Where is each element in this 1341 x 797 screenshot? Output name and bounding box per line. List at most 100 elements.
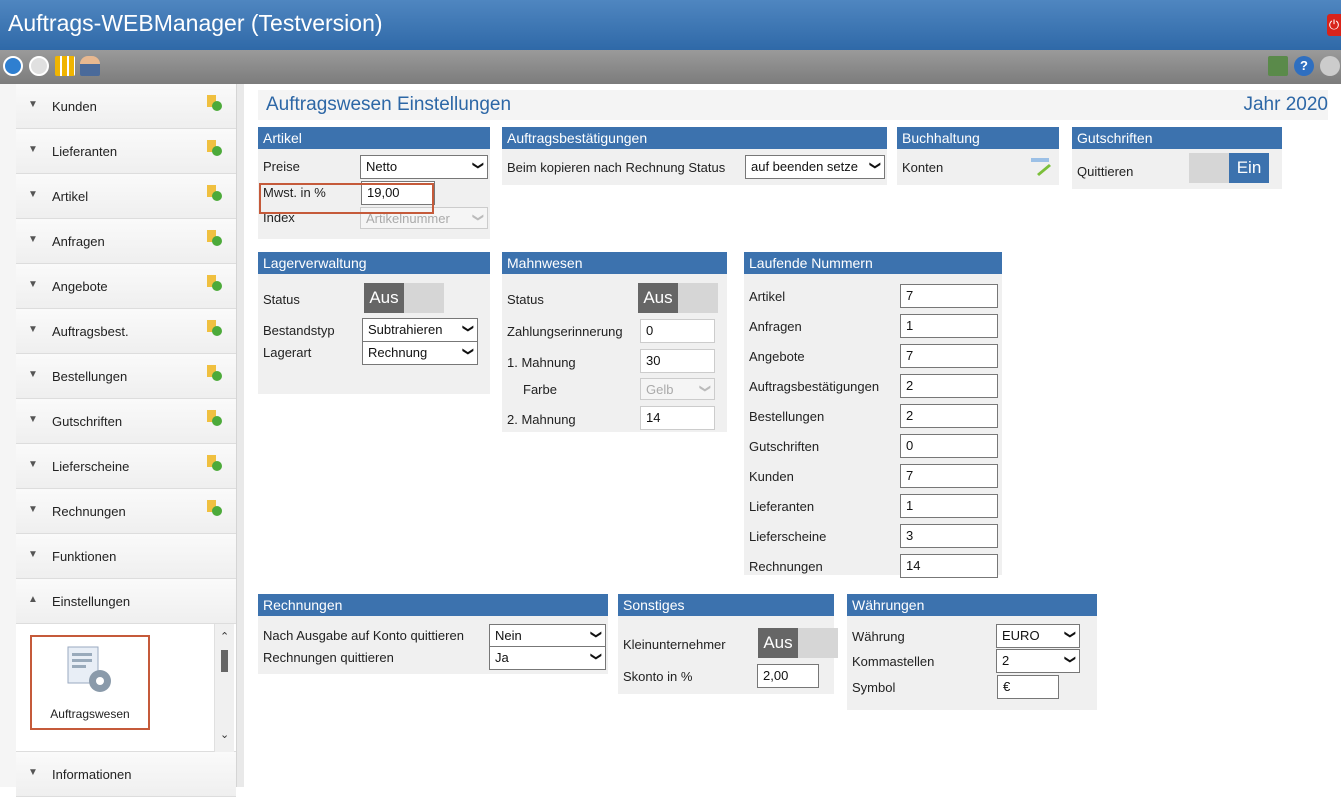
chevron-down-icon: ▼	[28, 144, 38, 155]
sidebar-item-informationen[interactable]: ▼ Informationen	[16, 752, 236, 797]
toolbar: ?	[0, 50, 1341, 84]
sidebar-item-kunden[interactable]: ▼ Kunden	[16, 84, 236, 129]
skonto-input[interactable]: 2,00	[757, 664, 819, 688]
sidebar-item-rechnungen[interactable]: ▼ Rechnungen	[16, 489, 236, 534]
chevron-down-icon: ▼	[28, 459, 38, 470]
screen-icon[interactable]	[1268, 56, 1288, 76]
add-icon[interactable]	[206, 409, 222, 427]
lagerart-select[interactable]: Rechnung ❯	[362, 341, 478, 365]
user-icon[interactable]	[80, 56, 100, 76]
chevron-down-icon: ▼	[28, 504, 38, 515]
main-content: Auftragswesen Einstellungen Jahr 2020 Ar…	[244, 84, 1341, 787]
farbe-value: Gelb	[646, 382, 674, 397]
chevron-down-icon: ▼	[28, 414, 38, 425]
preise-select[interactable]: Netto ❯	[360, 155, 488, 179]
laufende-input-anfragen[interactable]: 1	[900, 314, 998, 338]
waehrung-value: EURO	[1002, 628, 1040, 643]
add-icon[interactable]	[206, 229, 222, 247]
grid-icon[interactable]	[55, 56, 75, 76]
mahnung1-input[interactable]: 30	[640, 349, 715, 373]
laufende-input-bestellungen[interactable]: 2	[900, 404, 998, 428]
sidebar-item-artikel[interactable]: ▼ Artikel	[16, 174, 236, 219]
chevron-down-icon: ❯	[698, 383, 711, 394]
power-icon[interactable]: ⏻	[1327, 14, 1341, 36]
mahnwesen-status-toggle[interactable]: Aus	[638, 283, 718, 313]
laufende-input-gutschriften[interactable]: 0	[900, 434, 998, 458]
scroll-down-icon[interactable]: ⌄	[220, 728, 229, 741]
preise-label: Preise	[263, 159, 300, 174]
waehrungen-panel: Währungen Währung EURO ❯ Kommastellen 2 ❯ …	[847, 594, 1097, 710]
skonto-label: Skonto in %	[623, 669, 693, 684]
help-icon[interactable]: ?	[1294, 56, 1314, 76]
sidebar-item-bestellungen[interactable]: ▼ Bestellungen	[16, 354, 236, 399]
add-icon[interactable]	[206, 274, 222, 292]
add-icon[interactable]	[206, 139, 222, 157]
kommastellen-select[interactable]: 2 ❯	[996, 649, 1080, 673]
sidebar-item-lieferanten[interactable]: ▼ Lieferanten	[16, 129, 236, 174]
chevron-down-icon: ▼	[28, 767, 38, 778]
laufende-input-artikel[interactable]: 7	[900, 284, 998, 308]
sidebar-item-einstellungen[interactable]: ▲ Einstellungen	[16, 579, 236, 624]
bestandstyp-select[interactable]: Subtrahieren ❯	[362, 318, 478, 342]
rechnungen-q1-select[interactable]: Nein ❯	[489, 624, 606, 648]
back-icon[interactable]	[3, 56, 23, 76]
farbe-select[interactable]: Gelb ❯	[640, 378, 715, 400]
lagerart-label: Lagerart	[263, 345, 312, 360]
add-icon[interactable]	[206, 184, 222, 202]
kommastellen-value: 2	[1002, 653, 1010, 668]
scroll-thumb[interactable]	[221, 650, 228, 672]
lager-panel: Lagerverwaltung Status Aus Bestandstyp S…	[258, 252, 490, 394]
chevron-down-icon: ❯	[589, 629, 602, 640]
rechnungen-q2-label: Rechnungen quittieren	[263, 650, 394, 665]
scrollbar[interactable]: ⌃ ⌄	[214, 624, 234, 752]
toggle-off-label: Aus	[364, 283, 404, 313]
symbol-input[interactable]: €	[997, 675, 1059, 699]
quittieren-toggle[interactable]: Ein	[1189, 153, 1269, 183]
kleinunternehmer-toggle[interactable]: Aus	[758, 628, 838, 658]
laufende-input-lieferscheine[interactable]: 3	[900, 524, 998, 548]
sidebar: ▼ Kunden ▼ Lieferanten ▼ Artikel ▼ Anfragen …	[0, 84, 236, 797]
chevron-down-icon: ❯	[461, 323, 474, 334]
laufende-label-lieferscheine: Lieferscheine	[749, 529, 827, 544]
sidebar-item-gutschriften[interactable]: ▼ Gutschriften	[16, 399, 236, 444]
sidebar-item-anfragen[interactable]: ▼ Anfragen	[16, 219, 236, 264]
laufende-input-angebote[interactable]: 7	[900, 344, 998, 368]
add-icon[interactable]	[206, 454, 222, 472]
add-icon[interactable]	[206, 319, 222, 337]
sidebar-item-lieferscheine[interactable]: ▼ Lieferscheine	[16, 444, 236, 489]
sidebar-item-angebote[interactable]: ▼ Angebote	[16, 264, 236, 309]
laufende-input-auftragsbest[interactable]: 2	[900, 374, 998, 398]
lagerart-value: Rechnung	[368, 345, 428, 360]
sidebar-item-label: Angebote	[52, 279, 108, 294]
rechnungen-q1-value: Nein	[495, 628, 522, 643]
auftragswesen-tile[interactable]: Auftragswesen	[30, 635, 150, 730]
auftragsbest-panel: Auftragsbestätigungen Beim kopieren nach…	[502, 127, 887, 185]
waehrung-label: Währung	[852, 629, 905, 644]
artikel-title: Artikel	[258, 127, 490, 149]
auftragsbest-title: Auftragsbestätigungen	[502, 127, 887, 149]
chevron-down-icon: ❯	[471, 160, 484, 171]
add-icon[interactable]	[206, 364, 222, 382]
add-icon[interactable]	[206, 499, 222, 517]
waehrung-select[interactable]: EURO ❯	[996, 624, 1080, 648]
scroll-up-icon[interactable]: ⌃	[220, 630, 229, 643]
sidebar-item-label: Anfragen	[52, 234, 105, 249]
splitter[interactable]	[236, 84, 244, 787]
sidebar-item-auftragsbest[interactable]: ▼ Auftragsbest.	[16, 309, 236, 354]
laufende-label-lieferanten: Lieferanten	[749, 499, 815, 514]
rechnungen-q2-select[interactable]: Ja ❯	[489, 646, 606, 670]
sidebar-item-label: Einstellungen	[52, 594, 131, 609]
mahnung2-input[interactable]: 14	[640, 406, 715, 430]
zahlungserinnerung-input[interactable]: 0	[640, 319, 715, 343]
edit-icon[interactable]	[1029, 155, 1053, 177]
laufende-input-lieferanten[interactable]: 1	[900, 494, 998, 518]
laufende-input-kunden[interactable]: 7	[900, 464, 998, 488]
laufende-input-rechnungen[interactable]: 14	[900, 554, 998, 578]
gear-icon[interactable]	[1320, 56, 1340, 76]
sidebar-item-funktionen[interactable]: ▼ Funktionen	[16, 534, 236, 579]
chevron-down-icon: ▼	[28, 99, 38, 110]
lager-status-toggle[interactable]: Aus	[364, 283, 444, 313]
forward-icon[interactable]	[29, 56, 49, 76]
auftragsbest-select[interactable]: auf beenden setze ❯	[745, 155, 885, 179]
add-icon[interactable]	[206, 94, 222, 112]
